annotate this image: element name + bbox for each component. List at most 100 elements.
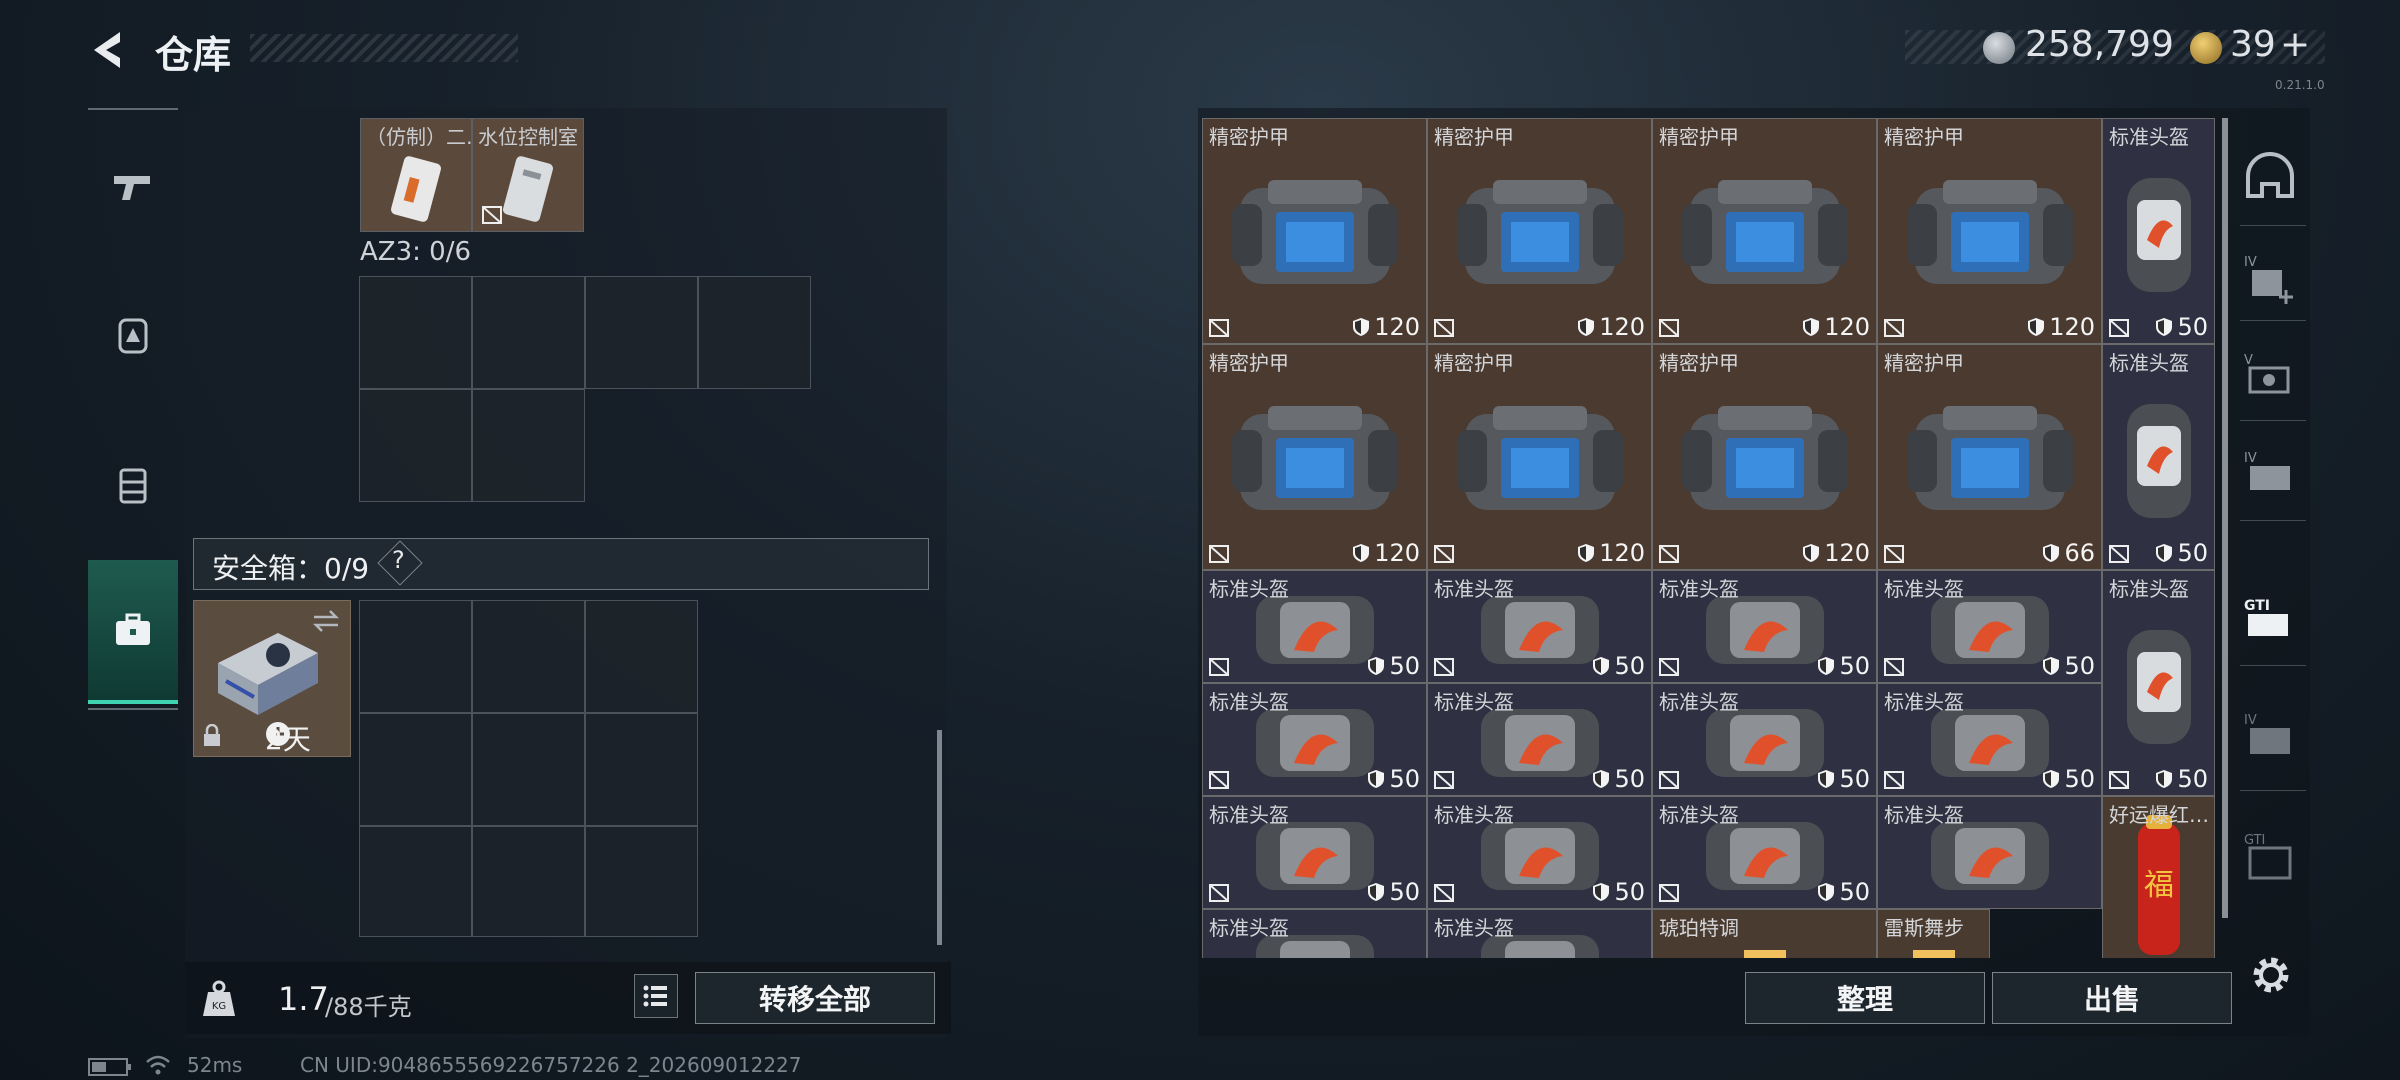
no-sell-icon (1434, 319, 1454, 337)
empty-slot[interactable] (472, 389, 585, 502)
svg-text:KG: KG (212, 1001, 226, 1012)
helmet-item[interactable]: 标准头盔 (1877, 796, 2102, 909)
tab-weapons[interactable] (88, 132, 178, 242)
tab-vest[interactable] (88, 430, 178, 540)
armor-item[interactable]: 精密护甲 120 (1202, 118, 1427, 344)
shield-icon (2156, 318, 2173, 336)
tab-level4-rig[interactable]: IV (2235, 690, 2305, 785)
tab-level4-add[interactable]: IV (2235, 232, 2305, 327)
title-decoration (250, 34, 518, 62)
empty-slot[interactable] (472, 276, 585, 389)
no-sell-icon (1884, 319, 1904, 337)
empty-slot[interactable] (359, 600, 472, 713)
item-name: 标准头盔 (1434, 916, 1514, 940)
empty-slot[interactable] (585, 276, 698, 389)
shield-icon (1593, 770, 1610, 788)
helmet-item[interactable]: 标准头盔 50 (2102, 570, 2215, 796)
empty-slot[interactable] (585, 713, 698, 826)
empty-slot[interactable] (359, 276, 472, 389)
keycard-icon (391, 156, 441, 222)
empty-slot[interactable] (359, 826, 472, 937)
transfer-all-button[interactable]: 转移全部 (695, 972, 935, 1024)
durability-value: 50 (2155, 539, 2208, 567)
item-name: 精密护甲 (1659, 351, 1739, 375)
empty-slot[interactable] (359, 713, 472, 826)
tab-divider (88, 708, 178, 710)
item-name: 标准头盔 (1434, 803, 1514, 827)
sell-button[interactable]: 出售 (1992, 972, 2232, 1024)
item-card[interactable]: （仿制）二… (360, 118, 486, 232)
uid-label: CN UID:9048655569226757226 2_20260901222… (300, 1053, 802, 1077)
helmet-item[interactable]: 标准头盔 50 (1427, 683, 1652, 796)
tab-gti2[interactable]: GTI (2235, 810, 2305, 905)
helmet-item[interactable]: 标准头盔 50 (2102, 344, 2215, 570)
armor-item[interactable]: 精密护甲 66 (1877, 344, 2102, 570)
empty-slot[interactable] (585, 600, 698, 713)
shield-icon (1578, 544, 1595, 562)
helmet-item[interactable]: 标准头盔 50 (2102, 118, 2215, 344)
svg-text:GTI: GTI (2244, 833, 2265, 848)
consumable-item[interactable]: 福 好运爆红… (2102, 796, 2215, 958)
sort-button[interactable]: 整理 (1745, 972, 1985, 1024)
scrollbar[interactable] (2222, 118, 2228, 918)
durability-number: 50 (2177, 313, 2208, 341)
armor-item[interactable]: 精密护甲 120 (1202, 344, 1427, 570)
tab-equipment[interactable] (88, 280, 178, 390)
tab-helmet-slot[interactable] (2235, 130, 2305, 225)
armor-item[interactable]: 精密护甲 120 (1427, 344, 1652, 570)
shield-icon (1593, 657, 1610, 675)
tab-gti[interactable]: GTI (2235, 570, 2305, 665)
helmet-item[interactable]: 标准头盔 50 (1652, 570, 1877, 683)
helmet-item[interactable]: 标准头盔 50 (1427, 796, 1652, 909)
durability-value: 50 (2155, 765, 2208, 793)
svg-text:GTI: GTI (2244, 598, 2270, 614)
empty-slot[interactable] (359, 389, 472, 502)
back-arrow-icon[interactable] (88, 28, 128, 72)
item-card[interactable]: 水位控制室 (472, 118, 584, 232)
shield-icon (1818, 883, 1835, 901)
helmet-item[interactable]: 标准头盔 (1202, 909, 1427, 958)
shield-icon (1353, 544, 1370, 562)
add-currency-button[interactable]: + (2280, 24, 2310, 65)
safe-case-icon (218, 633, 318, 715)
shield-icon (2156, 544, 2173, 562)
item-name: 标准头盔 (1434, 577, 1514, 601)
helmet-item[interactable]: 标准头盔 50 (1427, 570, 1652, 683)
helmet-item[interactable]: 标准头盔 50 (1877, 570, 2102, 683)
tab-level4-vest[interactable]: IV (2235, 428, 2305, 523)
item-name: 标准头盔 (1209, 916, 1289, 940)
armor-item[interactable]: 精密护甲 120 (1877, 118, 2102, 344)
empty-slot[interactable] (472, 713, 585, 826)
help-icon[interactable]: ? (392, 546, 405, 574)
armor-item[interactable]: 精密护甲 120 (1652, 118, 1877, 344)
helmet-item[interactable]: 标准头盔 50 (1202, 796, 1427, 909)
item-name: 标准头盔 (1209, 690, 1289, 714)
tab-level5[interactable]: V (2235, 330, 2305, 425)
empty-slot[interactable] (472, 600, 585, 713)
settings-gear-icon[interactable] (2249, 953, 2293, 997)
helmet-item[interactable]: 标准头盔 (1427, 909, 1652, 958)
no-sell-icon (2109, 771, 2129, 789)
helmet-item[interactable]: 标准头盔 50 (1877, 683, 2102, 796)
tab-tools[interactable] (88, 560, 178, 704)
armor-item[interactable]: 精密护甲 120 (1652, 344, 1877, 570)
helmet-item[interactable]: 标准头盔 50 (1202, 570, 1427, 683)
no-sell-icon (2109, 545, 2129, 563)
shield-icon (2043, 770, 2060, 788)
empty-slot[interactable] (472, 826, 585, 937)
list-view-button[interactable] (634, 974, 678, 1018)
no-sell-icon (1434, 884, 1454, 902)
consumable-item[interactable]: 琥珀特调 (1652, 909, 1877, 958)
armor-item[interactable]: 精密护甲 120 (1427, 118, 1652, 344)
silver-coin-icon (1983, 32, 2015, 64)
empty-slot[interactable] (698, 276, 811, 389)
helmet-item[interactable]: 标准头盔 50 (1652, 683, 1877, 796)
scrollbar[interactable] (937, 730, 942, 945)
helmet-item[interactable]: 标准头盔 50 (1202, 683, 1427, 796)
tab-divider (2240, 420, 2306, 421)
durability-value: 120 (1577, 539, 1645, 567)
shield-icon (1368, 657, 1385, 675)
helmet-item[interactable]: 标准头盔 50 (1652, 796, 1877, 909)
consumable-item[interactable]: 雷斯舞步 (1877, 909, 1990, 958)
empty-slot[interactable] (585, 826, 698, 937)
